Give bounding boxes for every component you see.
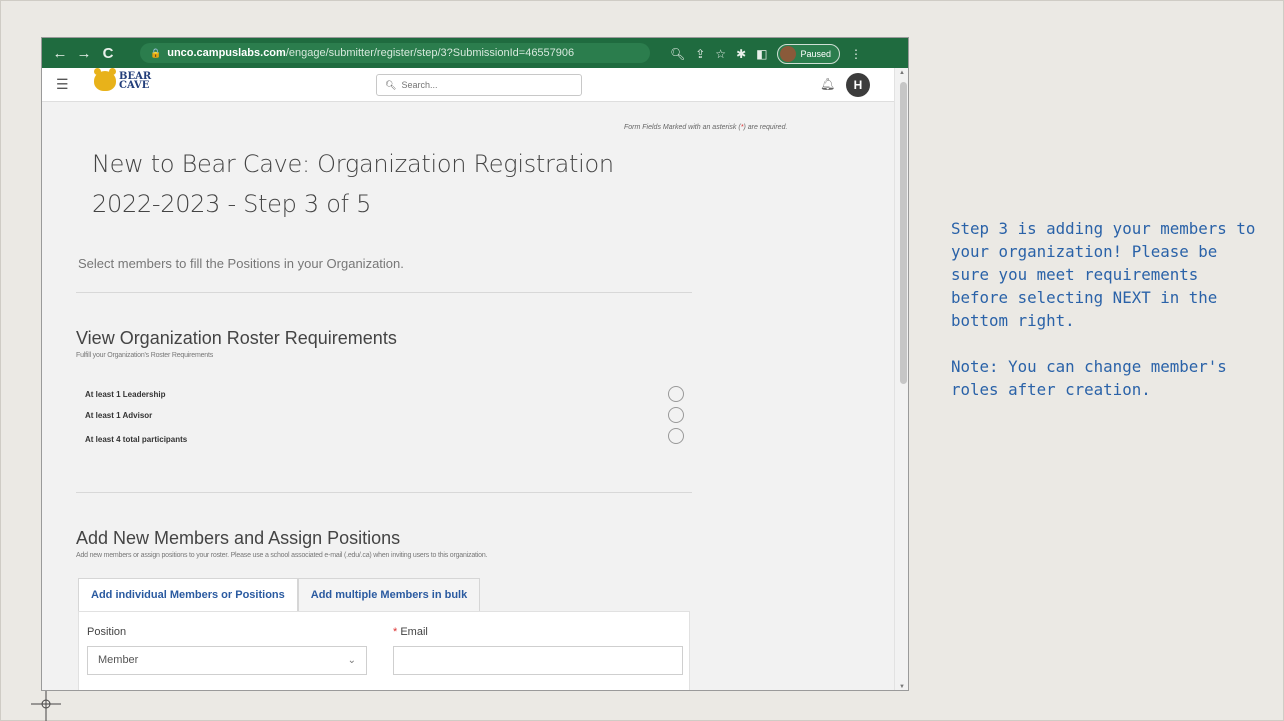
browser-menu-icon[interactable]: ⋮ — [850, 47, 862, 61]
add-members-description: Add new members or assign positions to y… — [76, 552, 488, 559]
page-subtitle: Select members to fill the Positions in … — [78, 256, 404, 271]
user-avatar[interactable]: H — [846, 73, 870, 97]
roster-requirements-title: View Organization Roster Requirements — [76, 328, 397, 348]
search-box[interactable]: 🔍︎ — [376, 74, 582, 96]
search-icon: 🔍︎ — [385, 79, 397, 90]
requirement-item: At least 1 Advisor — [85, 411, 153, 420]
search-input[interactable] — [401, 80, 572, 90]
browser-action-icons: 🔍︎ ⇪ ☆ ✱ ◧ Paused ⋮ — [670, 44, 862, 64]
requirement-status-circle — [668, 428, 684, 444]
position-select[interactable]: Member ⌄ — [87, 646, 367, 675]
requirement-item: At least 1 Leadership — [85, 390, 166, 399]
bear-cave-logo[interactable]: BEAR CAVE — [94, 68, 152, 91]
app-header: ☰ BEARCAVE 🔍︎ 🔔︎ H — [42, 68, 894, 102]
bookmark-star-icon[interactable]: ☆ — [715, 47, 726, 61]
email-field[interactable] — [393, 646, 683, 675]
email-label: * Email — [393, 626, 428, 638]
back-button[interactable]: ← — [48, 45, 72, 62]
zoom-icon[interactable]: 🔍︎ — [670, 47, 685, 61]
paused-label: Paused — [800, 49, 831, 59]
position-selected-value: Member — [98, 654, 139, 666]
instruction-note: Step 3 is adding your members to your or… — [951, 219, 1256, 399]
member-tabs: Add individual Members or Positions Add … — [78, 578, 481, 612]
share-icon[interactable]: ⇪ — [695, 47, 705, 61]
registration-form-page: Form Fields Marked with an asterisk (*) … — [42, 102, 894, 690]
chevron-down-icon: ⌄ — [347, 655, 356, 666]
address-bar[interactable]: 🔒 unco.campuslabs.com /engage/submitter/… — [140, 43, 650, 63]
requirement-status-circle — [668, 386, 684, 402]
profile-paused-button[interactable]: Paused — [777, 44, 840, 64]
required-fields-note: Form Fields Marked with an asterisk (*) … — [624, 124, 788, 131]
tab-add-individual[interactable]: Add individual Members or Positions — [78, 578, 298, 612]
crosshair-icon — [31, 691, 61, 721]
position-label: Position — [87, 626, 127, 638]
reload-button[interactable]: C — [96, 45, 120, 62]
profile-avatar-icon — [780, 46, 797, 62]
section-divider — [76, 492, 692, 493]
extensions-puzzle-icon[interactable]: ✱ — [736, 47, 746, 61]
scroll-up-arrow-icon[interactable]: ▲ — [899, 70, 905, 76]
browser-window: ← → C 🔒 unco.campuslabs.com /engage/subm… — [41, 37, 909, 691]
add-member-form: Position Member ⌄ * Email — [78, 611, 690, 690]
forward-button[interactable]: → — [72, 45, 96, 62]
url-host: unco.campuslabs.com — [167, 47, 286, 59]
lock-icon: 🔒 — [150, 47, 162, 58]
page-scrollbar[interactable]: ▲ ▼ — [894, 68, 908, 690]
add-members-title: Add New Members and Assign Positions — [76, 528, 401, 548]
url-path: /engage/submitter/register/step/3?Submis… — [285, 47, 575, 59]
side-panel-icon[interactable]: ◧ — [756, 47, 767, 61]
logo-text: BEAR CAVE — [119, 71, 152, 91]
tab-add-bulk[interactable]: Add multiple Members in bulk — [297, 578, 481, 612]
requirement-status-circle — [668, 407, 684, 423]
scrollbar-thumb[interactable] — [900, 82, 907, 384]
scroll-down-arrow-icon[interactable]: ▼ — [899, 684, 905, 690]
slide-background: ← → C 🔒 unco.campuslabs.com /engage/subm… — [0, 0, 1284, 721]
section-divider — [76, 292, 692, 293]
bear-logo-icon — [94, 68, 116, 91]
menu-toggle-icon[interactable]: ☰ — [56, 76, 69, 93]
requirement-item: At least 4 total participants — [85, 435, 188, 444]
roster-requirements-description: Fulfill your Organization's Roster Requi… — [76, 352, 214, 359]
page-title: New to Bear Cave: Organization Registrat… — [92, 150, 614, 218]
browser-toolbar: ← → C 🔒 unco.campuslabs.com /engage/subm… — [42, 38, 908, 68]
notification-bell-icon[interactable]: 🔔︎ — [820, 77, 835, 91]
